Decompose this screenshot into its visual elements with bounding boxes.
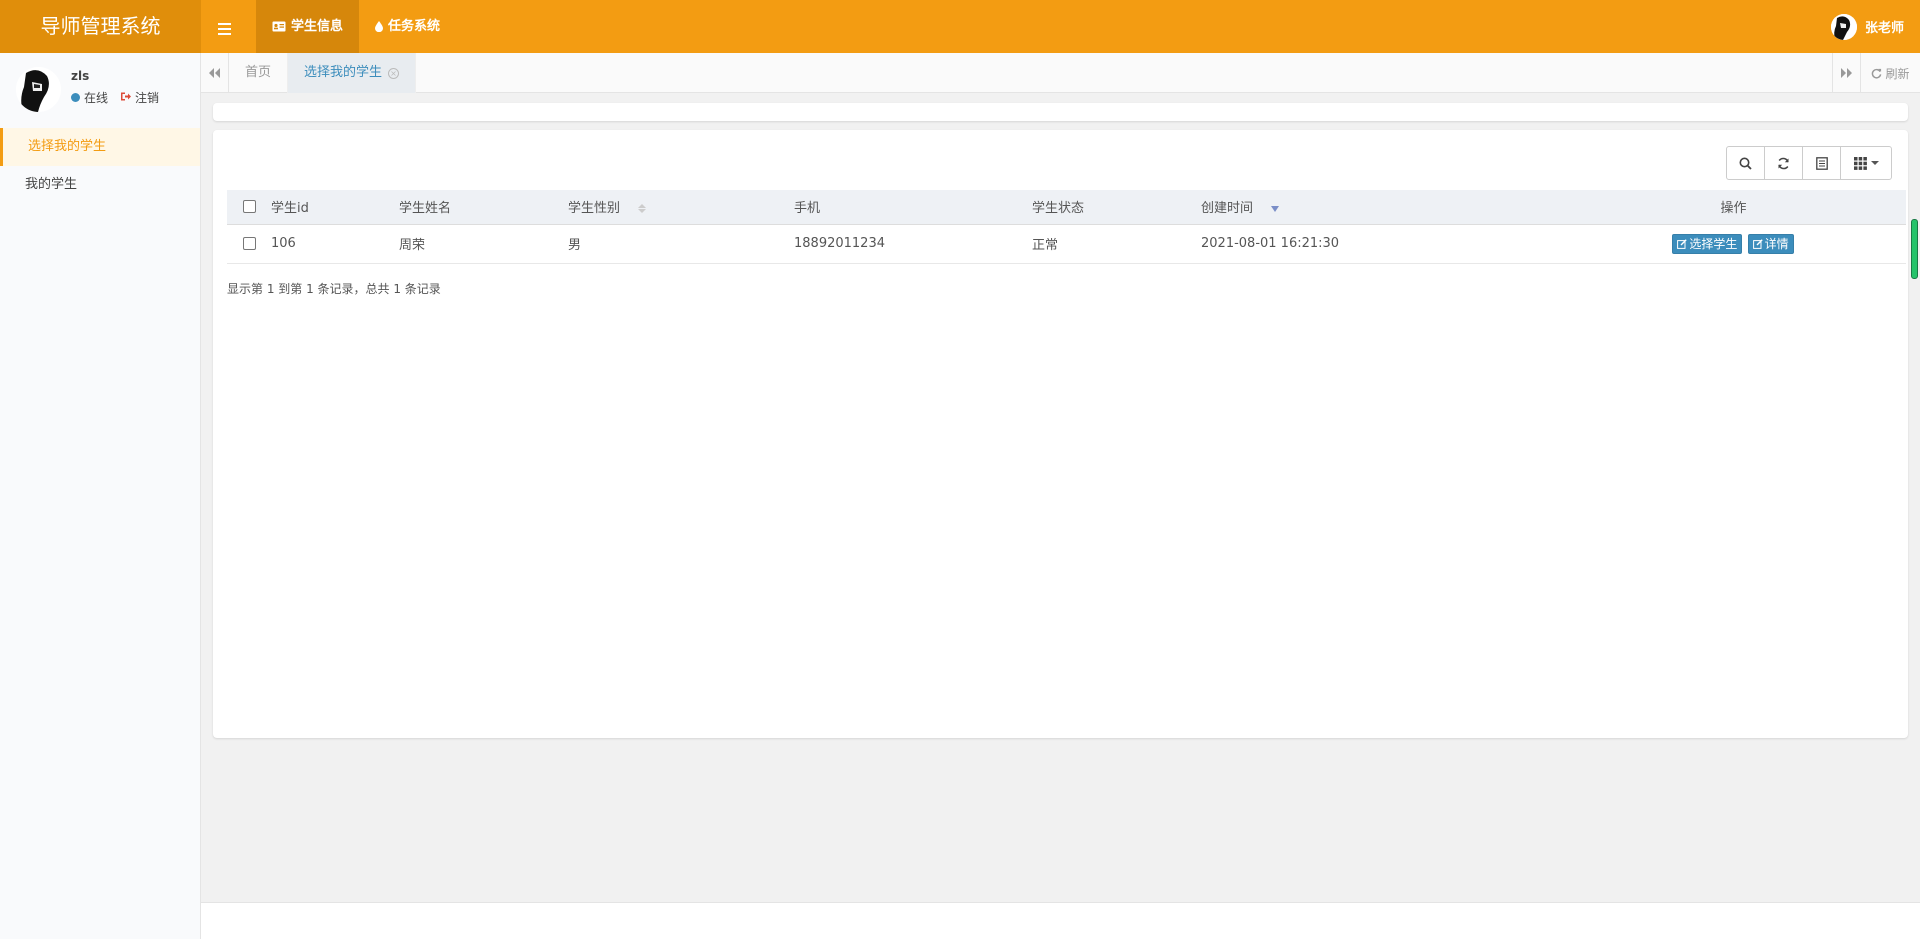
column-header-id[interactable]: 学生id xyxy=(271,190,399,225)
tab-label: 首页 xyxy=(245,65,272,80)
column-label: 学生性别 xyxy=(568,201,621,217)
user-name: 张老师 xyxy=(1864,21,1904,36)
cell-created: 2021-08-01 16:21:30 xyxy=(1201,224,1561,264)
search-icon xyxy=(1739,157,1752,170)
avatar xyxy=(1830,13,1857,40)
sidebar-item-my-students[interactable]: 我的学生 xyxy=(0,166,200,204)
logout-link[interactable]: 注销 xyxy=(135,89,159,106)
tab-scroll-right-icon[interactable] xyxy=(1832,53,1860,93)
row-checkbox[interactable] xyxy=(242,237,256,250)
logout-icon[interactable] xyxy=(120,91,132,104)
select-all-cell xyxy=(227,190,271,225)
top-nav-task-system[interactable]: 任务系统 xyxy=(359,0,456,53)
table-toolbar xyxy=(1726,146,1892,180)
drop-icon xyxy=(375,21,384,32)
search-button[interactable] xyxy=(1726,146,1765,180)
columns-dropdown-button[interactable] xyxy=(1840,146,1892,180)
row-select-cell xyxy=(227,224,271,264)
tab-label: 选择我的学生 xyxy=(304,65,383,80)
column-label: 学生姓名 xyxy=(399,201,452,217)
grid-icon xyxy=(1853,156,1867,170)
refresh-icon xyxy=(1872,68,1882,78)
top-nav-label: 任务系统 xyxy=(388,19,441,34)
close-icon[interactable]: × xyxy=(388,67,400,79)
top-nav-label: 学生信息 xyxy=(291,19,344,34)
sidebar-menu: 选择我的学生 我的学生 xyxy=(0,128,200,204)
scrollbar-thumb[interactable] xyxy=(1911,219,1918,279)
sort-icon xyxy=(638,203,647,214)
tabs-bar: 首页 选择我的学生 × 刷新 xyxy=(201,53,1920,93)
user-menu[interactable]: 张老师 xyxy=(1830,0,1904,53)
column-label: 学生id xyxy=(271,201,309,217)
user-panel: zls 在线 注销 xyxy=(16,67,196,117)
top-nav-student-info[interactable]: 学生信息 xyxy=(256,0,360,53)
column-header-name[interactable]: 学生姓名 xyxy=(399,190,568,225)
column-header-status[interactable]: 学生状态 xyxy=(1032,190,1201,225)
list-icon xyxy=(1815,156,1828,170)
table-row[interactable]: 106 周荣 男 18892011234 正常 2021-08-01 16:21… xyxy=(227,224,1906,264)
id-card-icon xyxy=(272,21,286,32)
column-header-phone[interactable]: 手机 xyxy=(794,190,1032,225)
cell-gender: 男 xyxy=(568,224,794,264)
online-status-icon xyxy=(71,93,80,102)
tab-scroll-left-icon[interactable] xyxy=(201,53,229,93)
sort-desc-icon xyxy=(1271,205,1280,212)
page-tabs: 首页 选择我的学生 × xyxy=(229,53,417,93)
select-all-checkbox[interactable] xyxy=(242,200,256,214)
cell-status: 正常 xyxy=(1032,224,1201,264)
column-label: 操作 xyxy=(1720,201,1747,217)
top-header: 导师管理系统 学生信息 任务系统 张老师 xyxy=(0,0,1920,53)
sidebar-toggle-icon[interactable] xyxy=(216,15,234,37)
refresh-button[interactable]: 刷新 xyxy=(1860,53,1920,93)
avatar xyxy=(16,67,61,112)
sidebar: zls 在线 注销 选择我的学生 我的学生 xyxy=(0,53,201,939)
chevron-down-icon xyxy=(1870,161,1879,165)
search-panel-collapsed xyxy=(213,103,1908,121)
sidebar-user-name: zls xyxy=(71,69,90,83)
tab-select-my-students[interactable]: 选择我的学生 × xyxy=(288,53,417,93)
table-header-row: 学生id 学生姓名 学生性别 手机 学生状态 创建时间 操作 xyxy=(227,190,1906,225)
cell-id: 106 xyxy=(271,224,399,264)
column-header-gender[interactable]: 学生性别 xyxy=(568,190,794,225)
sidebar-item-select-my-students[interactable]: 选择我的学生 xyxy=(0,128,200,166)
app-logo-title[interactable]: 导师管理系统 xyxy=(0,0,201,53)
tab-home[interactable]: 首页 xyxy=(229,53,289,93)
column-label: 学生状态 xyxy=(1032,201,1085,217)
page-footer xyxy=(201,902,1920,939)
students-table: 学生id 学生姓名 学生性别 手机 学生状态 创建时间 操作 106 周荣 男 … xyxy=(227,190,1906,264)
table-card: 学生id 学生姓名 学生性别 手机 学生状态 创建时间 操作 106 周荣 男 … xyxy=(213,130,1908,738)
top-nav: 学生信息 任务系统 xyxy=(256,0,456,53)
column-header-created[interactable]: 创建时间 xyxy=(1201,190,1561,225)
refresh-icon xyxy=(1778,157,1789,169)
button-label: 选择学生 xyxy=(1689,237,1738,251)
online-status-label: 在线 xyxy=(84,91,109,105)
column-header-actions: 操作 xyxy=(1561,190,1906,225)
details-button[interactable]: 详情 xyxy=(1747,233,1794,254)
refresh-label: 刷新 xyxy=(1885,66,1910,81)
cell-phone: 18892011234 xyxy=(794,224,1032,264)
column-label: 手机 xyxy=(794,201,821,217)
edit-icon xyxy=(1752,238,1763,249)
refresh-table-button[interactable] xyxy=(1764,146,1803,180)
pagination-summary: 显示第 1 到第 1 条记录，总共 1 条记录 xyxy=(227,282,441,296)
cell-name: 周荣 xyxy=(399,224,568,264)
edit-icon xyxy=(1677,238,1688,249)
cell-actions: 选择学生 详情 xyxy=(1561,224,1906,264)
button-label: 详情 xyxy=(1764,237,1789,251)
user-status: 在线 注销 xyxy=(71,89,159,106)
select-student-button[interactable]: 选择学生 xyxy=(1672,233,1743,254)
column-label: 创建时间 xyxy=(1201,201,1254,217)
toggle-view-button[interactable] xyxy=(1802,146,1841,180)
